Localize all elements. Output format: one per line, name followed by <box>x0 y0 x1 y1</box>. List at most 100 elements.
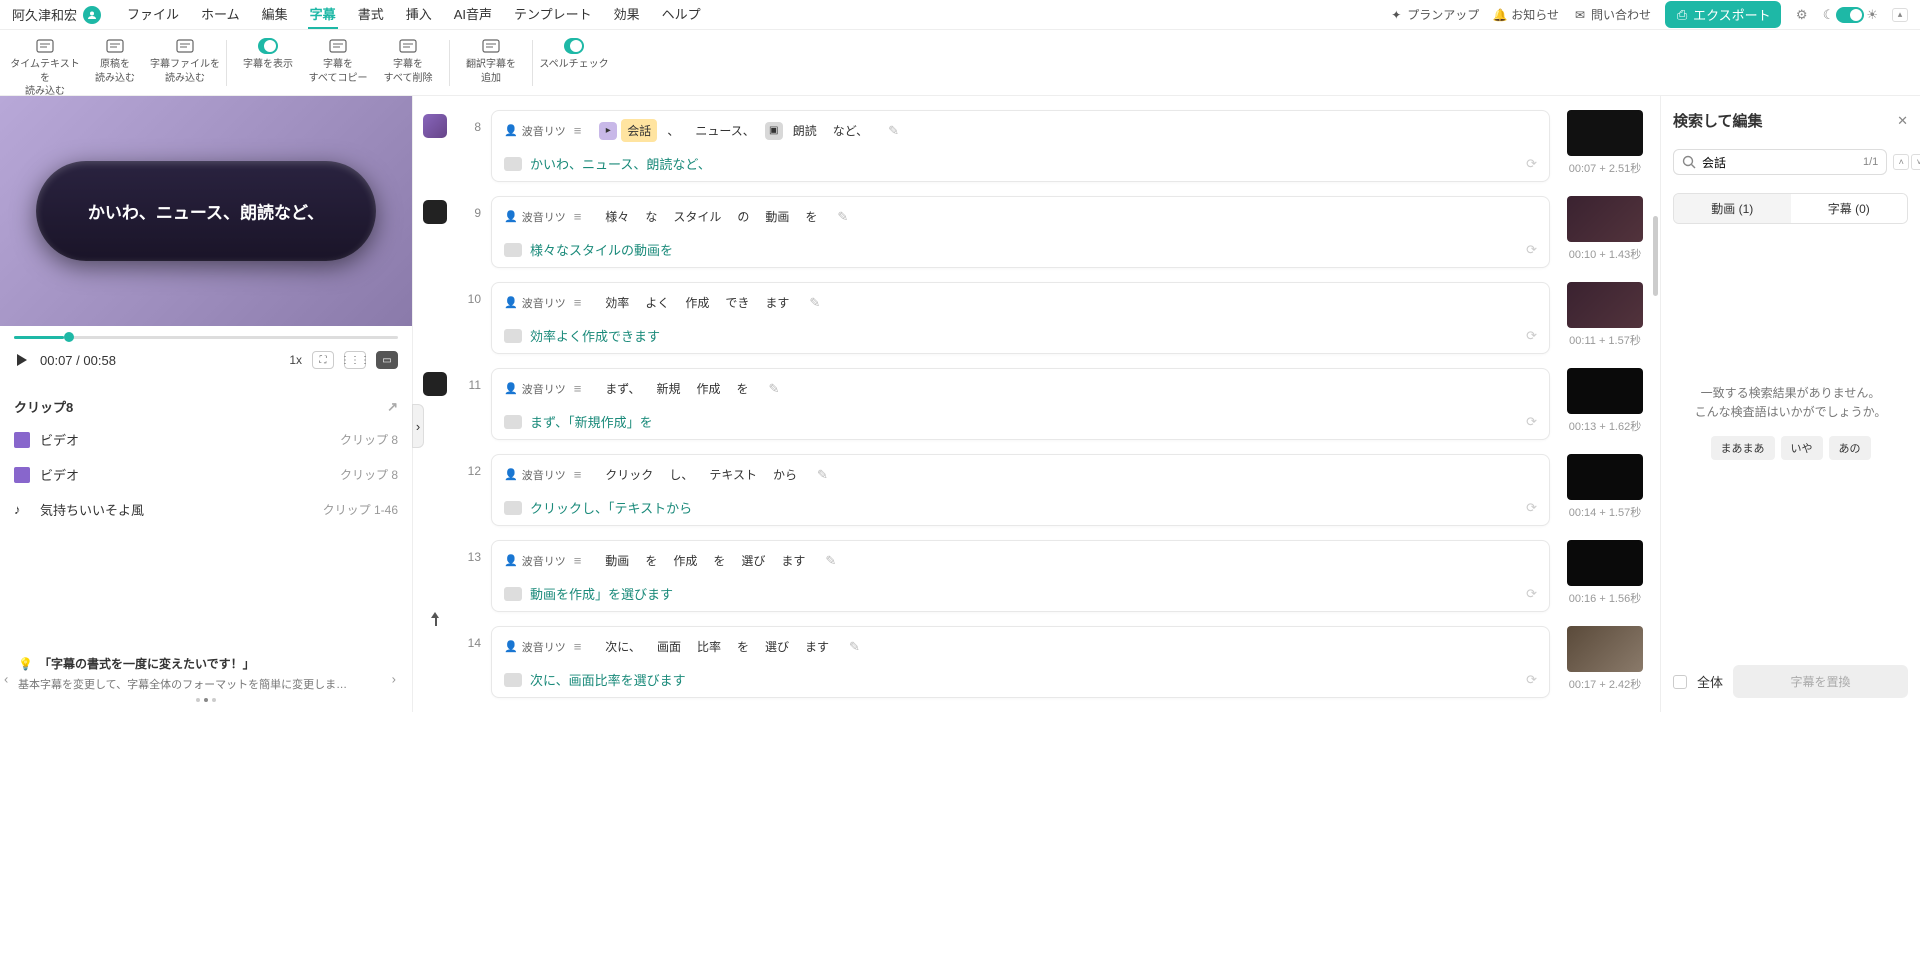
word-token[interactable]: 画面 <box>651 635 687 658</box>
word-token[interactable]: 比率 <box>691 635 727 658</box>
scrollbar[interactable] <box>1653 216 1658 296</box>
word-token[interactable]: スタイル <box>667 205 727 228</box>
sync-icon[interactable]: ⟳ <box>1526 328 1537 344</box>
word-token[interactable]: ます <box>799 635 835 658</box>
clip-row[interactable]: ♪気持ちいいそよ風クリップ 1-46 <box>14 492 398 527</box>
tool-0[interactable]: タイムテキストを読み込む <box>10 38 80 99</box>
word-token[interactable]: 作成 <box>667 549 703 572</box>
word-token[interactable]: を <box>639 549 663 572</box>
replace-button[interactable]: 字幕を置換 <box>1733 665 1908 698</box>
word-token[interactable]: から <box>767 463 803 486</box>
subtitle-card[interactable]: 👤波音リツ≡様々なスタイルの動画を✎様々なスタイルの動画を⟳ <box>491 196 1550 268</box>
subtitle-card[interactable]: 👤波音リツ≡次に、画面比率を選びます✎次に、画面比率を選びます⟳ <box>491 626 1550 698</box>
word-token[interactable]: 作成 <box>690 377 726 400</box>
tool-1[interactable]: 原稿を読み込む <box>80 38 150 85</box>
word-token[interactable]: でき <box>719 291 755 314</box>
word-token[interactable]: 会話 <box>621 119 657 142</box>
sync-icon[interactable]: ⟳ <box>1526 500 1537 516</box>
export-button[interactable]: ⎙ エクスポート <box>1665 1 1781 28</box>
edit-icon[interactable]: ✎ <box>817 467 828 483</box>
word-token[interactable]: 動画 <box>759 205 795 228</box>
edit-icon[interactable]: ✎ <box>825 553 836 569</box>
speed-button[interactable]: 1x <box>289 353 302 367</box>
subtitle-text[interactable]: 効率よく作成できます <box>530 326 660 345</box>
sync-icon[interactable]: ⟳ <box>1526 586 1537 602</box>
menu-ヘルプ[interactable]: ヘルプ <box>660 0 703 29</box>
sync-icon[interactable]: ⟳ <box>1526 414 1537 430</box>
search-input[interactable] <box>1702 155 1857 169</box>
row-menu-icon[interactable]: ≡ <box>574 553 582 568</box>
timeline-thumbnail[interactable] <box>1567 626 1643 672</box>
timeline-thumbnail[interactable] <box>1567 540 1643 586</box>
subtitle-text[interactable]: まず、「新規作成」を <box>530 412 653 431</box>
tool-4[interactable]: 字幕をすべてコピー <box>303 38 373 85</box>
subtitle-text[interactable]: 次に、画面比率を選びます <box>530 670 686 689</box>
menu-ホーム[interactable]: ホーム <box>199 0 242 29</box>
subtitle-text[interactable]: かいわ、ニュース、朗読など、 <box>530 154 711 173</box>
word-token[interactable]: まず、 <box>599 377 646 400</box>
row-menu-icon[interactable]: ≡ <box>574 295 582 310</box>
word-token[interactable]: ます <box>759 291 795 314</box>
menu-挿入[interactable]: 挿入 <box>404 0 434 29</box>
edit-icon[interactable]: ✎ <box>837 209 848 225</box>
word-token[interactable]: の <box>731 205 755 228</box>
scene-thumbnail[interactable] <box>423 372 447 396</box>
tool-3[interactable]: 字幕を表示 <box>233 38 303 72</box>
select-all-checkbox[interactable] <box>1673 675 1687 689</box>
subtitle-card[interactable]: 👤波音リツ≡クリックし、テキストから✎クリックし、「テキストから⟳ <box>491 454 1550 526</box>
search-next-button[interactable]: ˅ <box>1911 154 1920 170</box>
subtitle-card[interactable]: 👤波音リツ≡▸会話、ニュース、▣朗読など、✎かいわ、ニュース、朗読など、⟳ <box>491 110 1550 182</box>
fullscreen-button[interactable]: ▭ <box>376 351 398 369</box>
word-token[interactable]: よく <box>639 291 675 314</box>
tip-next-button[interactable]: › <box>392 671 396 686</box>
clip-row[interactable]: ビデオクリップ 8 <box>14 457 398 492</box>
row-menu-icon[interactable]: ≡ <box>574 467 582 482</box>
word-token[interactable]: 次に、 <box>599 635 647 658</box>
sync-icon[interactable]: ⟳ <box>1526 672 1537 688</box>
word-token[interactable]: など、 <box>827 119 874 142</box>
timeline-thumbnail[interactable] <box>1567 368 1643 414</box>
word-token[interactable]: を <box>707 549 731 572</box>
menu-字幕[interactable]: 字幕 <box>308 0 338 29</box>
edit-icon[interactable]: ✎ <box>769 381 780 397</box>
word-token[interactable]: ニュース、 <box>689 119 760 142</box>
timeline-thumbnail[interactable] <box>1567 110 1643 156</box>
menu-書式[interactable]: 書式 <box>356 0 386 29</box>
tool-6[interactable]: 翻訳字幕を追加 <box>456 38 526 85</box>
duration-marker-icon[interactable]: ▣ <box>765 122 783 140</box>
search-prev-button[interactable]: ˄ <box>1893 154 1909 170</box>
suggestion-chip[interactable]: いや <box>1781 436 1823 460</box>
edit-icon[interactable]: ✎ <box>849 639 860 655</box>
tip-prev-button[interactable]: ‹ <box>4 671 8 686</box>
tool-5[interactable]: 字幕をすべて削除 <box>373 38 443 85</box>
word-token[interactable]: を <box>731 377 755 400</box>
scene-thumbnail[interactable] <box>423 200 447 224</box>
video-preview[interactable]: かいわ、ニュース、朗読など、 <box>0 96 412 326</box>
settings-icon[interactable]: ⚙ <box>1795 8 1809 22</box>
word-token[interactable]: 新規 <box>650 377 686 400</box>
menu-効果[interactable]: 効果 <box>612 0 642 29</box>
word-token[interactable]: を <box>799 205 823 228</box>
menu-編集[interactable]: 編集 <box>260 0 290 29</box>
scene-thumbnail[interactable] <box>423 114 447 138</box>
tool-7[interactable]: スペルチェック <box>539 38 609 72</box>
word-token[interactable]: 効率 <box>599 291 635 314</box>
subtitle-text[interactable]: 動画を作成」を選びます <box>530 584 673 603</box>
timeline-scrubber[interactable] <box>0 326 412 339</box>
subtitle-card[interactable]: 👤波音リツ≡動画を作成を選びます✎動画を作成」を選びます⟳ <box>491 540 1550 612</box>
external-link-icon[interactable]: ↗ <box>387 399 398 415</box>
menu-AI音声[interactable]: AI音声 <box>452 0 494 29</box>
subtitle-card[interactable]: 👤波音リツ≡効率よく作成できます✎効率よく作成できます⟳ <box>491 282 1550 354</box>
video-marker-icon[interactable]: ▸ <box>599 122 617 140</box>
row-menu-icon[interactable]: ≡ <box>574 123 582 138</box>
clip-row[interactable]: ビデオクリップ 8 <box>14 422 398 457</box>
word-token[interactable]: 選び <box>735 549 771 572</box>
suggestion-chip[interactable]: あの <box>1829 436 1871 460</box>
play-button[interactable] <box>14 352 30 368</box>
sync-icon[interactable]: ⟳ <box>1526 242 1537 258</box>
edit-icon[interactable]: ✎ <box>888 123 899 139</box>
user-profile[interactable]: 阿久津和宏 <box>12 5 101 24</box>
tab-subtitle[interactable]: 字幕 (0) <box>1791 194 1908 223</box>
sync-icon[interactable]: ⟳ <box>1526 156 1537 172</box>
word-token[interactable]: 動画 <box>599 549 635 572</box>
